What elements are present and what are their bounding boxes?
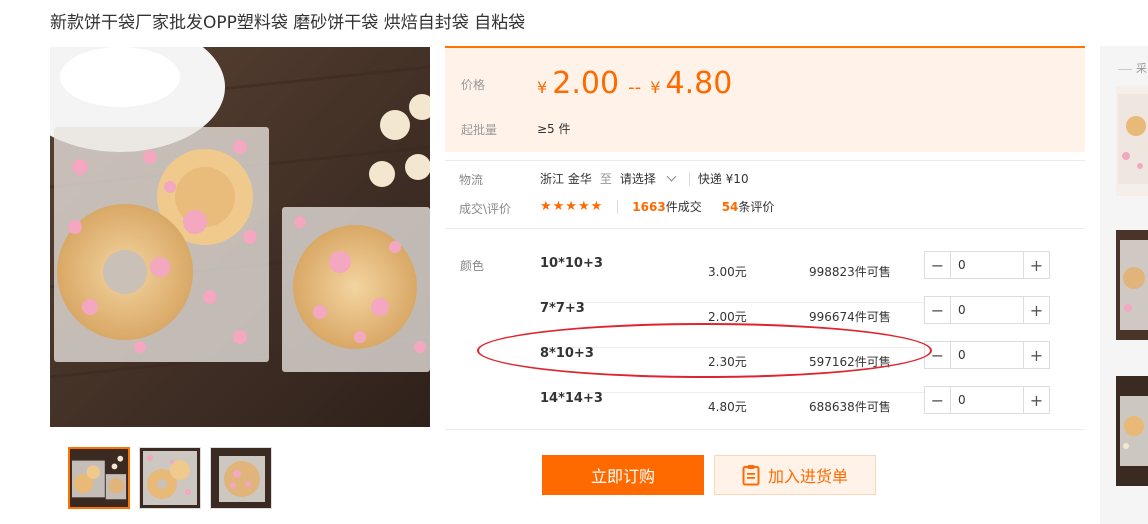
main-product-image	[50, 47, 430, 427]
price-range: ¥ 2.00 -- ¥ 4.80	[537, 66, 732, 101]
sku-stock: 998823件可售	[809, 265, 891, 279]
sku-stock: 996674件可售	[809, 310, 891, 324]
quantity-input[interactable]	[951, 252, 1021, 278]
thumbnail-2[interactable]	[139, 447, 201, 509]
quantity-input[interactable]	[951, 297, 1021, 323]
recommendation-heading: 采	[1118, 60, 1147, 76]
destination-placeholder: 请选择	[619, 172, 656, 186]
minus-icon[interactable]: −	[925, 342, 951, 368]
deal-count[interactable]: 1663	[632, 200, 665, 214]
review-count[interactable]: 54	[722, 200, 739, 214]
sku-price: 2.00元	[708, 310, 747, 324]
currency-symbol: ¥	[650, 78, 661, 97]
thumbnail-3[interactable]	[210, 447, 272, 509]
sku-name: 14*14+3	[540, 391, 603, 406]
sku-price: 3.00元	[708, 265, 747, 279]
minus-icon[interactable]: −	[925, 252, 951, 278]
sku-price: 4.80元	[708, 400, 747, 414]
sku-name: 7*7+3	[540, 301, 585, 316]
quantity-input[interactable]	[951, 342, 1021, 368]
to-label: 至	[599, 172, 612, 186]
logistics-label: 物流	[459, 173, 484, 187]
add-to-cart-button[interactable]: 加入进货单	[714, 455, 876, 495]
chevron-down-icon	[666, 171, 677, 182]
divider	[445, 228, 1085, 229]
divider	[445, 160, 1085, 161]
recommended-item[interactable]	[1116, 230, 1148, 340]
sku-row: 14*14+3 4.80元 688638件可售 − +	[540, 386, 1050, 437]
price-max: 4.80	[665, 66, 733, 101]
plus-icon[interactable]: +	[1023, 342, 1049, 368]
rating-stars-icon: ★★★★★	[540, 199, 604, 214]
plus-icon[interactable]: +	[1023, 297, 1049, 323]
thumbnail-1[interactable]	[68, 447, 130, 509]
moq-value: ≥5 件	[537, 122, 571, 136]
origin: 浙江 金华	[540, 172, 592, 186]
divider	[688, 171, 690, 186]
price-min: 2.00	[552, 66, 620, 101]
price-label: 价格	[461, 78, 486, 92]
logistics-info: 浙江 金华 至 请选择 快递 ¥10	[540, 170, 749, 187]
shipping-fee: 快递 ¥10	[697, 172, 749, 186]
sku-price: 2.30元	[708, 355, 747, 369]
deals-label: 成交\评价	[459, 202, 512, 216]
minus-icon[interactable]: −	[925, 387, 951, 413]
currency-symbol: ¥	[537, 78, 548, 97]
sku-name: 10*10+3	[540, 256, 603, 271]
quantity-input[interactable]	[951, 387, 1021, 413]
quantity-stepper: − +	[924, 296, 1050, 324]
deal-suffix: 件成交	[665, 200, 702, 214]
quantity-stepper: − +	[924, 341, 1050, 369]
destination-select[interactable]: 请选择	[619, 170, 677, 187]
plus-icon[interactable]: +	[1023, 387, 1049, 413]
recommended-item[interactable]	[1116, 86, 1148, 196]
clipboard-list-icon	[742, 465, 760, 486]
price-panel: 价格 ¥ 2.00 -- ¥ 4.80 起批量 ≥5 件	[445, 46, 1085, 152]
deals-info: ★★★★★ 1663 件成交 54 条评价	[540, 198, 774, 215]
sku-stock: 688638件可售	[809, 400, 891, 414]
sku-name: 8*10+3	[540, 346, 594, 361]
plus-icon[interactable]: +	[1023, 252, 1049, 278]
divider	[617, 199, 619, 214]
buy-now-button[interactable]: 立即订购	[542, 455, 704, 495]
price-separator: --	[628, 77, 642, 98]
quantity-stepper: − +	[924, 251, 1050, 279]
color-label: 颜色	[460, 259, 485, 273]
moq-label: 起批量	[461, 123, 498, 137]
minus-icon[interactable]: −	[925, 297, 951, 323]
review-suffix: 条评价	[738, 200, 775, 214]
quantity-stepper: − +	[924, 386, 1050, 414]
thumbnail-strip	[68, 447, 272, 509]
product-title: 新款饼干袋厂家批发OPP塑料袋 磨砂饼干袋 烘焙自封袋 自粘袋	[50, 13, 526, 33]
sku-stock: 597162件可售	[809, 355, 891, 369]
recommended-item[interactable]	[1116, 376, 1148, 486]
add-to-cart-label: 加入进货单	[767, 467, 848, 486]
